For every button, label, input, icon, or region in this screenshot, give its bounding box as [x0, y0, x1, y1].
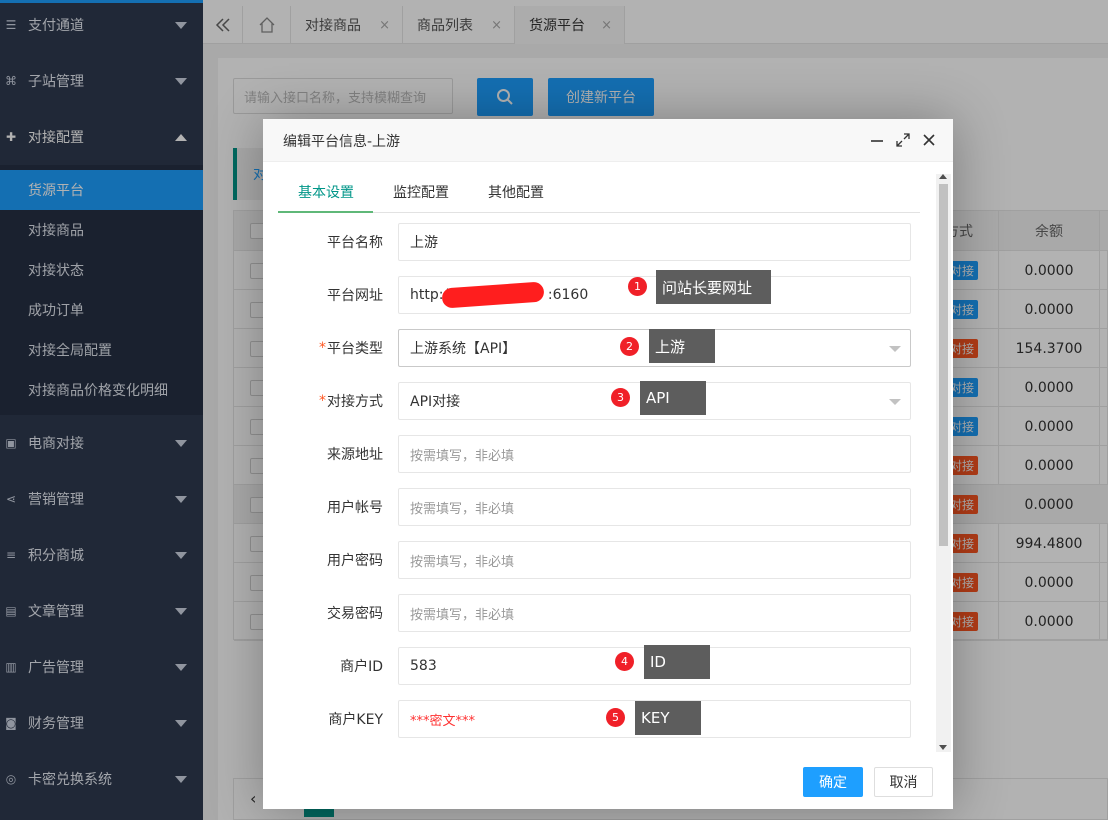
required-mark: *	[319, 393, 326, 409]
field-label-text: 平台类型	[327, 341, 383, 357]
minimize-button[interactable]	[868, 131, 886, 149]
close-icon	[923, 134, 935, 146]
annotation-callout: 问站长要网址	[656, 270, 771, 304]
source-address-input[interactable]: 按需填写，非必填	[398, 435, 911, 473]
tab-basic-settings[interactable]: 基本设置	[298, 171, 354, 213]
field-label: 来源地址	[327, 447, 383, 463]
field-label: * 平台类型	[263, 329, 383, 367]
dropdown-arrow-icon	[889, 399, 901, 405]
annotation-number: 4	[615, 652, 634, 671]
minimize-icon	[871, 140, 883, 142]
dialog-scrollbar[interactable]	[936, 174, 951, 752]
cancel-button[interactable]: 取消	[874, 767, 933, 797]
scroll-thumb[interactable]	[939, 184, 948, 546]
maximize-icon	[896, 133, 910, 147]
annotation-callout: ID	[644, 645, 710, 679]
annotation-number: 1	[628, 277, 647, 296]
annotation-number: 5	[606, 708, 625, 727]
dialog-header: 编辑平台信息-上游	[263, 119, 953, 162]
user-account-input[interactable]: 按需填写，非必填	[398, 488, 911, 526]
field-platform-url: 平台网址 http:// :6160	[263, 276, 953, 314]
field-label: 平台网址	[327, 288, 383, 304]
user-password-input[interactable]: 按需填写，非必填	[398, 541, 911, 579]
dialog-tabs: 基本设置 监控配置 其他配置	[278, 171, 920, 213]
trade-password-input[interactable]: 按需填写，非必填	[398, 594, 911, 632]
annotation-number: 2	[620, 337, 639, 356]
field-label: 用户密码	[327, 553, 383, 569]
select-value: 上游系统【API】	[410, 341, 517, 357]
annotation-callout: KEY	[635, 701, 701, 735]
tab-other-config[interactable]: 其他配置	[488, 171, 544, 213]
field-label: 用户帐号	[327, 500, 383, 516]
field-trade-password: 交易密码 按需填写，非必填	[263, 594, 953, 632]
scroll-up-arrow-icon[interactable]	[939, 174, 947, 179]
required-mark: *	[319, 340, 326, 356]
platform-url-input[interactable]: http:// :6160	[398, 276, 911, 314]
field-label: * 对接方式	[263, 382, 383, 420]
annotation-callout: API	[640, 381, 706, 415]
field-source-address: 来源地址 按需填写，非必填	[263, 435, 953, 473]
field-user-account: 用户帐号 按需填写，非必填	[263, 488, 953, 526]
active-tab-underline	[278, 211, 373, 213]
edit-platform-dialog: 编辑平台信息-上游 基本设置 监控配置 其他配置 平台名称 上游 平台网址 ht…	[263, 119, 953, 809]
field-platform-type: * 平台类型 上游系统【API】	[263, 329, 953, 367]
select-value: API对接	[410, 394, 461, 410]
dialog-title: 编辑平台信息-上游	[283, 133, 401, 150]
field-platform-name: 平台名称 上游	[263, 223, 953, 261]
annotation-number: 3	[611, 388, 630, 407]
field-label: 商户ID	[340, 659, 383, 675]
platform-name-input[interactable]: 上游	[398, 223, 911, 261]
field-label: 交易密码	[327, 606, 383, 622]
field-label-text: 对接方式	[327, 394, 383, 410]
field-user-password: 用户密码 按需填写，非必填	[263, 541, 953, 579]
redaction-mark	[441, 281, 545, 309]
tab-monitor-config[interactable]: 监控配置	[393, 171, 449, 213]
confirm-button[interactable]: 确定	[803, 767, 863, 797]
field-label: 平台名称	[327, 235, 383, 251]
scroll-down-arrow-icon[interactable]	[939, 745, 947, 750]
close-dialog-button[interactable]	[920, 131, 938, 149]
maximize-button[interactable]	[894, 131, 912, 149]
field-docking-method: * 对接方式 API对接	[263, 382, 953, 420]
field-merchant-id: 商户ID 583	[263, 647, 953, 685]
field-label: 商户KEY	[328, 712, 383, 728]
annotation-callout: 上游	[649, 329, 715, 363]
dropdown-arrow-icon	[889, 346, 901, 352]
url-suffix: :6160	[547, 287, 589, 303]
